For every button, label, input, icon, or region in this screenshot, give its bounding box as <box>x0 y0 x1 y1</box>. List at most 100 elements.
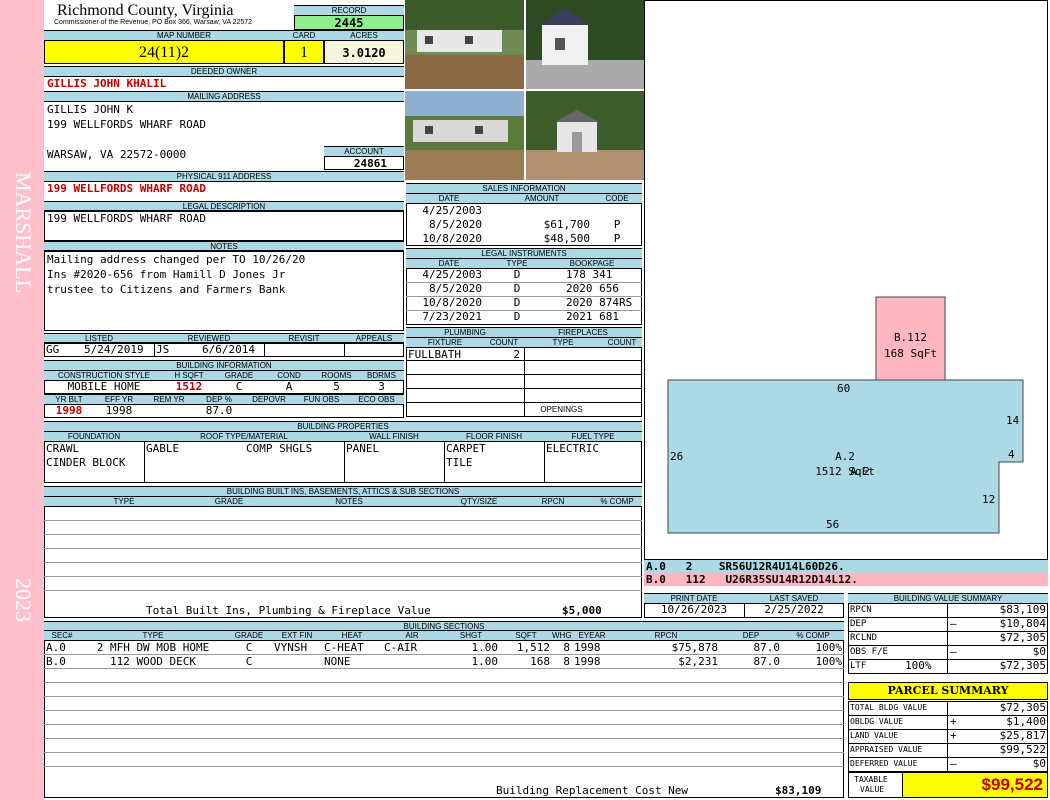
notes-line1: Mailing address changed per TO 10/26/20 <box>47 253 306 266</box>
vs-value: $72,305 <box>999 631 1046 644</box>
vs-key: RPCN <box>850 605 872 615</box>
deeded-owner-label: DEEDED OWNER <box>44 66 404 77</box>
vs-value: $10,804 <box>999 617 1046 630</box>
section-cell: B.0 <box>46 655 66 668</box>
section-cell: 2 MFH DW MOB HOME <box>96 641 210 654</box>
section-cell: 87.0 <box>753 641 781 654</box>
instr-book: 2021 681 <box>566 310 619 323</box>
roof-type: GABLE <box>146 442 180 455</box>
row-divider <box>44 668 844 669</box>
mailing-line3: WARSAW, VA 22572-0000 <box>47 148 187 161</box>
row-divider <box>44 576 642 577</box>
row-divider <box>44 724 844 725</box>
notes-line2: Ins #2020-656 from Hamill D Jones Jr <box>47 268 286 281</box>
sales-code: P <box>613 218 621 231</box>
section-cell: C <box>245 655 253 668</box>
taxable-value: $99,522 <box>902 772 1048 798</box>
vs-key: OBS F/E <box>850 647 888 657</box>
section-cell: 8 <box>563 641 570 654</box>
ps-value: $99,522 <box>999 743 1046 756</box>
sales-code: P <box>613 232 621 245</box>
builtins-total: $5,000 <box>562 604 602 617</box>
roof-material: COMP SHGLS <box>246 442 313 455</box>
ps-value: $72,305 <box>999 701 1046 714</box>
builtins-total-label: Total Built Ins, Plumbing & Fireplace Va… <box>146 604 431 617</box>
vs-value: $83,109 <box>999 603 1046 616</box>
dim-left: 26 <box>670 450 684 463</box>
listed-by: GG <box>46 343 60 356</box>
property-photos <box>405 0 645 180</box>
vs-sign: 100% <box>905 659 932 672</box>
sales-date: 10/8/2020 <box>422 232 482 245</box>
section-cell: 1.00 <box>471 641 499 654</box>
grade-value: C <box>235 380 243 393</box>
section-cell: 100% <box>815 655 843 668</box>
floor-finish-2: TILE <box>446 456 473 469</box>
fuel-type: ELECTRIC <box>546 442 599 455</box>
owner-name: GILLIS JOHN KHALIL <box>47 77 167 90</box>
foundation-2: CINDER BLOCK <box>46 456 126 469</box>
row-divider <box>44 738 844 739</box>
row-divider <box>44 562 642 563</box>
vs-value: $72,305 <box>999 659 1046 672</box>
instr-book: 2020 874RS <box>566 296 633 309</box>
instr-date: 10/8/2020 <box>422 296 482 309</box>
instr-date: 4/25/2003 <box>422 268 482 281</box>
replacement-cost: $83,109 <box>775 784 822 797</box>
instr-type: D <box>513 282 521 295</box>
section-cell: 1998 <box>574 641 601 654</box>
vs-value: $0 <box>1032 645 1046 658</box>
instr-type: D <box>513 296 521 309</box>
ps-key: LAND VALUE <box>850 731 899 740</box>
physical-address: 199 WELLFORDS WHARF ROAD <box>47 182 206 195</box>
section-cell: 100% <box>815 641 843 654</box>
mailing-line2: 199 WELLFORDS WHARF ROAD <box>47 118 206 131</box>
mailing-line1: GILLIS JOHN K <box>47 103 134 116</box>
section-cell: 1.00 <box>471 655 499 668</box>
listed-date: 5/24/2019 <box>84 343 144 356</box>
instr-book: 178 341 <box>566 268 613 281</box>
section-cell: C <box>245 641 253 654</box>
section-cell: 1998 <box>574 655 601 668</box>
ps-key: TOTAL BLDG VALUE <box>850 703 928 712</box>
floor-finish-1: CARPET <box>446 442 486 455</box>
yrblt-value: 1998 <box>55 404 83 417</box>
row-divider <box>44 696 844 697</box>
vs-key: RCLND <box>850 633 878 643</box>
hsqft-value: 1512 <box>175 380 203 393</box>
legal-box <box>44 210 404 241</box>
instr-book: 2020 656 <box>566 282 619 295</box>
effyr-value: 1998 <box>105 404 133 417</box>
row-divider <box>44 752 844 753</box>
row-divider <box>44 766 844 767</box>
section-cell: VYNSH <box>274 641 308 654</box>
sidebar: MARSHALL 2023 <box>0 0 44 800</box>
card-number: 1 <box>284 40 324 64</box>
sales-amount: $48,500 <box>543 232 590 245</box>
ps-key: DEFERRED VALUE <box>850 759 918 768</box>
commissioner-address: Commissioner of the Revenue, PO Box 366,… <box>54 19 253 26</box>
section-cell: 8 <box>563 655 570 668</box>
acres-value: 3.0120 <box>324 40 404 64</box>
section-cell: $75,878 <box>671 641 718 654</box>
section-cell: 1,512 <box>516 641 550 654</box>
parcel-summary-title: PARCEL SUMMARY <box>848 682 1048 700</box>
row-divider <box>44 710 844 711</box>
section-cell: A.0 <box>46 641 66 654</box>
cond-value: A <box>285 380 293 393</box>
dep-value: 87.0 <box>205 404 233 417</box>
plumbing-fixture: FULLBATH <box>408 348 461 361</box>
construction-style: MOBILE HOME <box>67 380 141 393</box>
sketch-code-b: B.0 112 U26R35SU14R12D14L12. <box>646 573 858 586</box>
sketch-a-area: 1512 SqFt <box>815 465 875 478</box>
openings-label: OPENINGS <box>540 405 583 414</box>
vs-key: DEP <box>850 619 867 629</box>
rooms-value: 5 <box>333 380 340 393</box>
mailing-address-label: MAILING ADDRESS <box>44 91 404 102</box>
section-cell: $2,231 <box>678 655 718 668</box>
ps-value: $1,400 <box>1006 715 1046 728</box>
instr-date: 8/5/2020 <box>429 282 482 295</box>
county-title: Richmond County, Virginia <box>57 2 234 19</box>
ps-value: $0 <box>1032 757 1046 770</box>
row-divider <box>44 682 844 683</box>
